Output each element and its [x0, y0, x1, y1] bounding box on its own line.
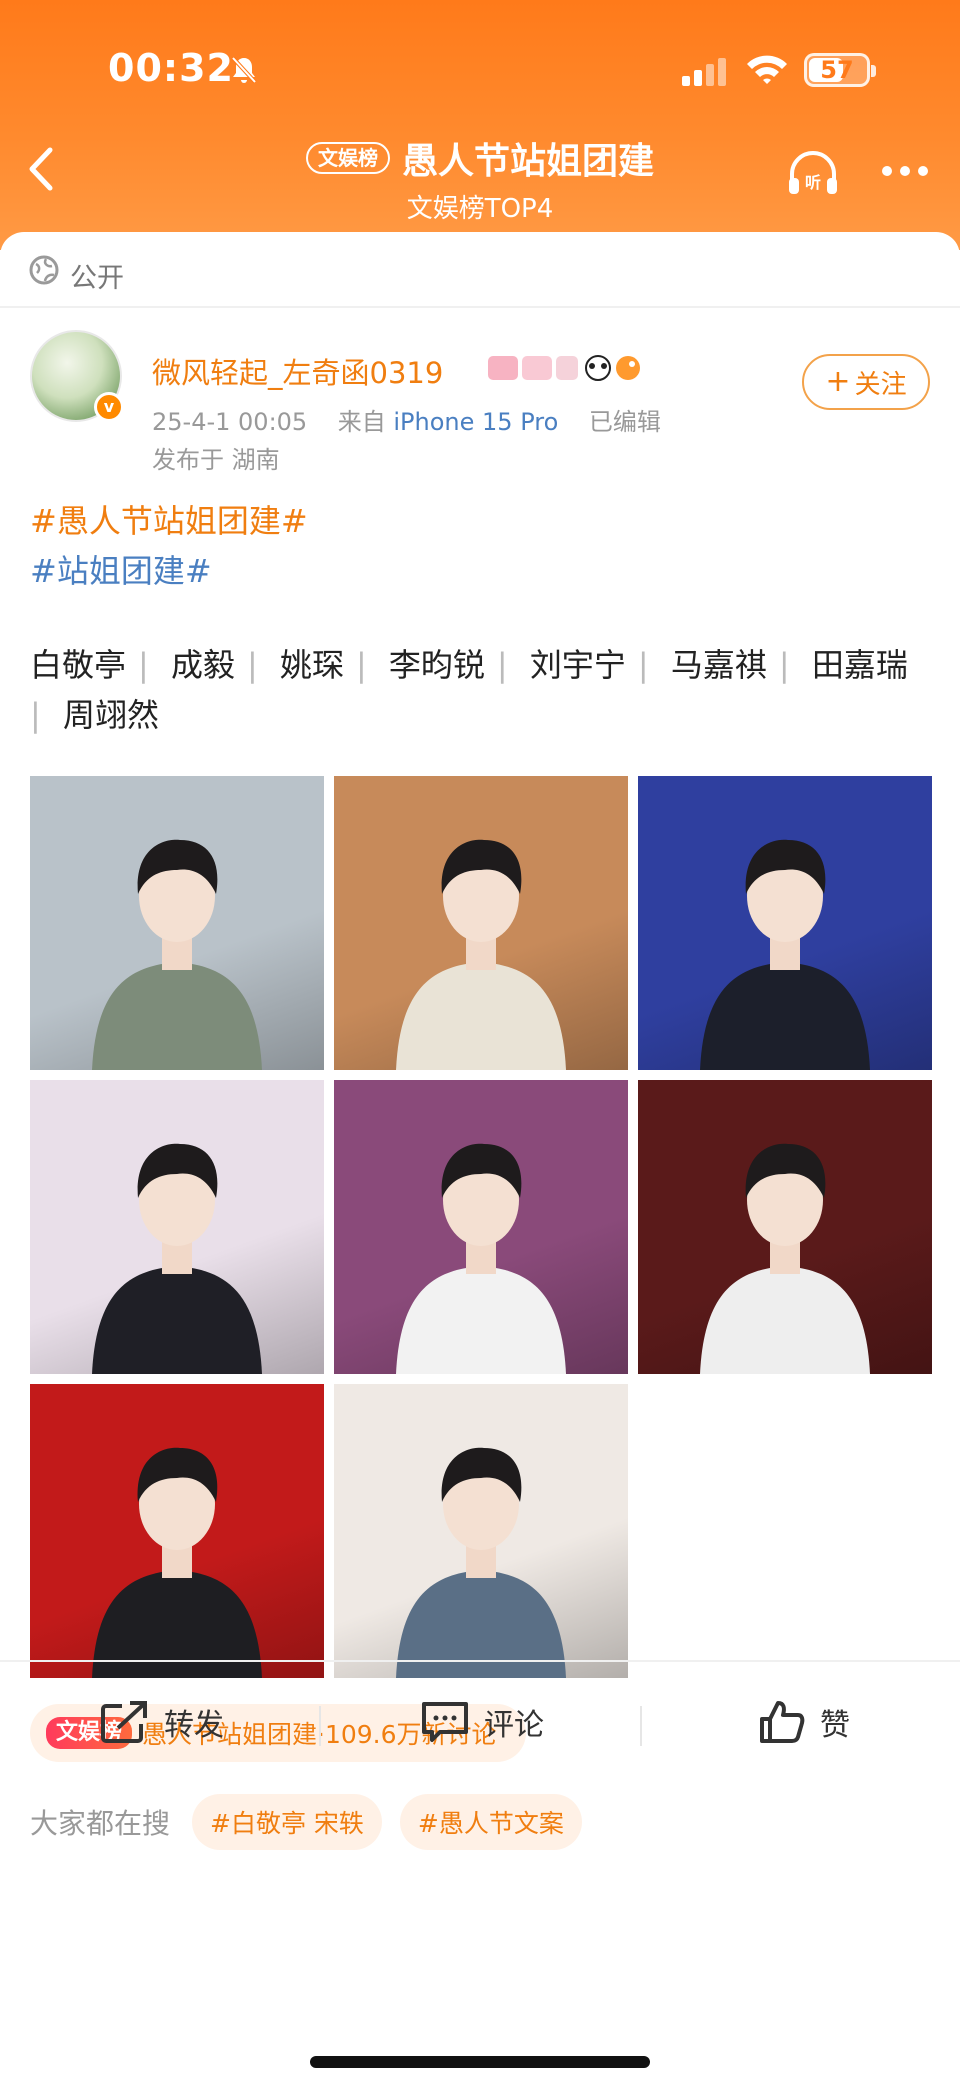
post-meta: 25-4-1 00:05 来自 iPhone 15 Pro 已编辑	[152, 402, 661, 437]
wifi-icon	[747, 55, 787, 84]
photo-6[interactable]	[638, 1080, 932, 1374]
verified-badge-icon: v	[94, 392, 124, 422]
name-item: 白敬亭	[30, 646, 127, 684]
comment-icon	[422, 1702, 468, 1742]
post-card: 公开 v 微风轻起_左奇函0319 25-4-1 00:05 来自 iPhone…	[0, 232, 960, 2086]
photo-7[interactable]	[30, 1384, 324, 1678]
page-title[interactable]: 愚人节站姐团建	[402, 132, 654, 184]
action-separator	[319, 1706, 321, 1746]
avatar[interactable]: v	[30, 330, 124, 422]
post-edited-label[interactable]: 已编辑	[589, 408, 661, 436]
more-options-icon[interactable]	[880, 164, 930, 178]
repost-icon	[101, 1701, 147, 1743]
weibo-post-page: 00:32 57 文娱榜 愚人节站姐团建 文娱榜TOP4 听 公开 v 微风轻起…	[0, 0, 960, 2086]
bell-mute-icon	[231, 56, 257, 84]
search-chip[interactable]: #白敬亭 宋轶	[192, 1794, 382, 1850]
hashtag-topic-2[interactable]: #站姐团建#	[30, 546, 212, 592]
person-figure-icon	[396, 839, 566, 1070]
repost-label: 转发	[164, 1708, 224, 1743]
photo-1[interactable]	[30, 776, 324, 1070]
like-button[interactable]: 赞	[758, 1662, 850, 1782]
repost-button[interactable]: 转发	[100, 1662, 224, 1782]
visibility-label: 公开	[70, 263, 124, 294]
battery-icon: 57	[804, 53, 876, 87]
photo-4[interactable]	[30, 1080, 324, 1374]
username[interactable]: 微风轻起_左奇函0319	[152, 350, 443, 392]
person-figure-icon	[92, 839, 262, 1070]
hashtag-topic-1[interactable]: #愚人节站姐团建#	[30, 496, 308, 542]
thumbs-up-icon	[760, 1701, 805, 1743]
post-device[interactable]: iPhone 15 Pro	[393, 408, 558, 436]
plus-icon: +	[825, 364, 851, 399]
user-badges-icon	[488, 355, 640, 381]
photo-8[interactable]	[334, 1384, 628, 1678]
photo-grid	[30, 776, 934, 1678]
name-item: 马嘉祺	[670, 646, 767, 684]
search-chip[interactable]: #愚人节文案	[399, 1794, 582, 1850]
svg-text:听: 听	[805, 173, 821, 192]
name-item: 刘宇宁	[529, 646, 626, 684]
name-item: 李昀锐	[388, 646, 485, 684]
person-figure-icon	[700, 1143, 870, 1374]
name-item: 姚琛	[279, 646, 344, 684]
name-item: 成毅	[170, 646, 235, 684]
person-figure-icon	[396, 1143, 566, 1374]
globe-icon	[29, 255, 59, 285]
name-item: 周翊然	[62, 696, 159, 734]
post-timestamp: 25-4-1 00:05	[152, 408, 308, 436]
post-location: 发布于 湖南	[152, 446, 280, 474]
battery-level: 57	[820, 56, 854, 84]
navigation-bar: 文娱榜 愚人节站姐团建 文娱榜TOP4 听	[0, 130, 960, 230]
post-from-label: 来自	[337, 408, 386, 436]
trending-search-row: 大家都在搜 #白敬亭 宋轶 #愚人节文案	[30, 1794, 930, 1850]
follow-button[interactable]: + 关注	[802, 354, 930, 410]
person-figure-icon	[92, 1447, 262, 1678]
name-item: 田嘉瑞	[811, 646, 908, 684]
listen-headphones-icon[interactable]: 听	[786, 148, 840, 198]
person-figure-icon	[92, 1143, 262, 1374]
comment-label: 评论	[484, 1708, 544, 1743]
comment-button[interactable]: 评论	[420, 1662, 544, 1782]
cellular-signal-icon	[682, 58, 726, 86]
rank-tag: 文娱榜	[305, 142, 390, 174]
status-time: 00:32	[108, 46, 234, 90]
person-figure-icon	[700, 839, 870, 1070]
status-bar: 00:32 57	[0, 40, 960, 100]
action-bar: 转发 评论 赞	[0, 1662, 960, 1782]
header-bar: 00:32 57 文娱榜 愚人节站姐团建 文娱榜TOP4 听	[0, 0, 960, 250]
action-separator	[640, 1706, 642, 1746]
like-label: 赞	[820, 1708, 850, 1743]
photo-2[interactable]	[334, 776, 628, 1070]
post-body-names: 白敬亭 | 成毅 | 姚琛 | 李昀锐 | 刘宇宁 | 马嘉祺 | 田嘉瑞 | 周翊然	[30, 646, 908, 734]
photo-5[interactable]	[334, 1080, 628, 1374]
home-indicator	[310, 2056, 650, 2068]
person-figure-icon	[396, 1447, 566, 1678]
photo-3[interactable]	[638, 776, 932, 1070]
follow-label: 关注	[854, 369, 907, 400]
visibility-row: 公开	[0, 232, 960, 308]
search-label: 大家都在搜	[30, 1807, 171, 1840]
